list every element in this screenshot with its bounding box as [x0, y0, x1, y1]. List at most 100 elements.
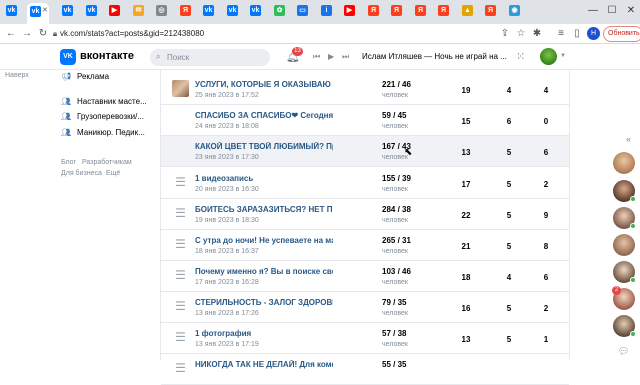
post-reach-unit: человек — [382, 123, 408, 130]
browser-tab[interactable]: ▲ — [462, 5, 475, 18]
post-title-link[interactable]: 1 видеозапись — [195, 174, 333, 183]
table-row[interactable]: ☰ 1 видеозапись 20 янв 2023 в 16:30 155 / 3… — [161, 168, 569, 199]
extension-icon[interactable]: ✱ — [530, 27, 544, 41]
browser-tab[interactable]: ✿ — [274, 5, 287, 18]
star-icon[interactable]: ☆ — [514, 27, 528, 41]
table-row[interactable]: СПАСИБО ЗА СПАСИБО❤ Сегодня хочу ... 24 я… — [161, 105, 569, 136]
vk-logo-icon[interactable]: VK — [60, 49, 76, 65]
post-reach: 57 / 38 — [382, 329, 407, 338]
window-close-icon[interactable]: ✕ — [624, 4, 638, 18]
post-title-link[interactable]: КАКОЙ ЦВЕТ ТВОЙ ЛЮБИМЫЙ? Пришла... — [195, 142, 333, 151]
chat-bubble-icon[interactable]: 💬︎ — [618, 346, 629, 357]
now-playing-title[interactable]: Ислам Итляшев — Ночь не играй на ... — [362, 52, 507, 61]
browser-tab[interactable]: vk — [250, 5, 263, 18]
browser-tab[interactable]: Я — [391, 5, 404, 18]
browser-tab[interactable]: vk — [203, 5, 216, 18]
stat-value: 15 — [461, 117, 471, 126]
search-placeholder: Поиск — [167, 53, 190, 62]
group-icon: 👥︎ — [61, 97, 72, 106]
table-row[interactable]: ☰ Почему именно я? Вы в поиске своего ...… — [161, 261, 569, 292]
post-title-link[interactable]: СПАСИБО ЗА СПАСИБО❤ Сегодня хочу ... — [195, 111, 333, 120]
post-date: 20 янв 2023 в 16:30 — [195, 186, 259, 193]
stat-value: 4 — [506, 86, 512, 95]
sidebar-item-ads[interactable]: 📢︎ Реклама — [60, 70, 150, 84]
browser-tab[interactable]: Я — [368, 5, 381, 18]
post-reach: 155 / 39 — [382, 174, 411, 183]
maximize-icon[interactable]: ☐ — [605, 4, 619, 18]
user-avatar[interactable] — [540, 48, 557, 65]
sidebar-item-group[interactable]: 👥︎ Грузоперевозки/... — [60, 110, 150, 124]
footer-link-business[interactable]: Для бизнеса — [61, 170, 102, 177]
chat-strip: 2 — [609, 132, 640, 360]
close-tab-icon[interactable]: ✕ — [42, 6, 48, 14]
sidebar-item-group[interactable]: 👥︎ Наставник масте... — [60, 95, 150, 109]
table-row[interactable]: ☰ СТЕРИЛЬНОСТЬ - ЗАЛОГ ЗДОРОВЬЯ! И ... 13 … — [161, 292, 569, 323]
search-input[interactable]: ⌕ Поиск — [150, 49, 270, 66]
online-indicator — [630, 331, 636, 337]
browser-tab[interactable]: ▶ — [109, 5, 122, 18]
post-title-link[interactable]: СТЕРИЛЬНОСТЬ - ЗАЛОГ ЗДОРОВЬЯ! И ... — [195, 298, 333, 307]
chevron-down-icon[interactable]: ▼ — [560, 53, 566, 59]
browser-tab[interactable]: vk — [227, 5, 240, 18]
table-row[interactable]: ☰ 1 фотография 13 янв 2023 в 17:19 57 / 38 ч… — [161, 323, 569, 354]
sidebar-item-group[interactable]: 👥︎ Маникюр. Педик... — [60, 126, 150, 140]
table-row[interactable]: КАКОЙ ЦВЕТ ТВОЙ ЛЮБИМЫЙ? Пришла... 23 янв… — [161, 136, 569, 167]
address-bar[interactable]: vk.com/stats?act=posts&gid=212438080 — [60, 29, 204, 38]
browser-profile-avatar[interactable]: Н — [587, 27, 600, 40]
post-title-link[interactable]: БОИТЕСЬ ЗАРАЗАЗИТЬСЯ? НЕТ ПРИЧИ... — [195, 205, 333, 214]
sidebar-item-label: Наставник масте... — [77, 97, 147, 106]
browser-tab[interactable]: vk — [86, 5, 99, 18]
browser-tab[interactable]: Я — [415, 5, 428, 18]
post-thumbnail[interactable] — [172, 80, 189, 97]
browser-tab[interactable]: vk — [6, 5, 19, 18]
browser-tab[interactable]: vk — [62, 5, 75, 18]
yandex-icon: Я — [415, 5, 426, 16]
chat-avatar[interactable] — [613, 234, 635, 256]
footer-link-blog[interactable]: Блог — [61, 159, 76, 166]
play-icon[interactable]: ▶ — [328, 52, 334, 61]
browser-tab[interactable]: ✉ — [133, 5, 146, 18]
post-reach-unit: человек — [382, 310, 408, 317]
forward-icon[interactable]: → — [20, 27, 34, 41]
footer-link-developers[interactable]: Разработчикам — [82, 159, 132, 166]
post-reach: 221 / 46 — [382, 80, 411, 89]
post-date: 13 янв 2023 в 17:26 — [195, 310, 259, 317]
table-row[interactable]: ☰ С утра до ночи! Не успеваете на маникю.… — [161, 230, 569, 261]
next-track-icon[interactable]: ⏭ — [342, 52, 349, 62]
post-title-link[interactable]: НИКОГДА ТАК НЕ ДЕЛАЙ! Для комфорт... — [195, 360, 333, 369]
sidepanel-icon[interactable]: ▯ — [570, 27, 584, 41]
browser-tab[interactable]: Я — [485, 5, 498, 18]
table-row[interactable]: ☰ НИКОГДА ТАК НЕ ДЕЛАЙ! Для комфорт... 55 … — [161, 354, 569, 385]
post-title-link[interactable]: УСЛУГИ, КОТОРЫЕ Я ОКАЗЫВАЮ ДЛЯ ... — [195, 80, 333, 89]
vk-brand-name[interactable]: вконтакте — [80, 50, 134, 62]
browser-tab[interactable]: Я — [438, 5, 451, 18]
post-date: 25 янв 2023 в 17:52 — [195, 92, 259, 99]
stat-value: 6 — [543, 148, 549, 157]
stat-value: 5 — [506, 304, 512, 313]
browser-tab[interactable]: i — [321, 5, 334, 18]
browser-tab[interactable]: ▭ — [297, 5, 310, 18]
share-icon[interactable]: ⇪ — [498, 27, 512, 41]
browser-tab[interactable]: ◎ — [156, 5, 169, 18]
browser-tab[interactable]: ◉ — [509, 5, 522, 18]
apps-grid-icon[interactable]: ⁙ — [516, 50, 525, 63]
back-icon[interactable]: ← — [4, 27, 18, 41]
reading-list-icon[interactable]: ≡ — [554, 27, 568, 41]
footer-link-more[interactable]: Ещё — [106, 170, 120, 177]
previous-track-icon[interactable]: ⏮ — [313, 52, 320, 62]
table-row[interactable]: ☰ БОИТЕСЬ ЗАРАЗАЗИТЬСЯ? НЕТ ПРИЧИ... 19 ян… — [161, 199, 569, 230]
post-text-icon: ☰ — [175, 299, 186, 313]
update-button[interactable]: Обновить — [603, 26, 640, 42]
minimize-icon[interactable]: — — [586, 4, 600, 18]
post-title-link[interactable]: 1 фотография — [195, 329, 333, 338]
browser-tab[interactable]: vk ✕ — [27, 3, 49, 24]
table-row[interactable]: УСЛУГИ, КОТОРЫЕ Я ОКАЗЫВАЮ ДЛЯ ... 25 янв… — [161, 74, 569, 105]
browser-tab[interactable]: Я — [180, 5, 193, 18]
post-reach: 284 / 38 — [382, 205, 411, 214]
post-title-link[interactable]: С утра до ночи! Не успеваете на маникю..… — [195, 236, 333, 245]
messages-icon: ▭ — [297, 5, 308, 16]
browser-tab[interactable]: ▶ — [344, 5, 357, 18]
chat-avatar[interactable] — [613, 152, 635, 174]
scroll-to-top-link[interactable]: Наверх — [5, 72, 29, 79]
post-title-link[interactable]: Почему именно я? Вы в поиске своего ... — [195, 267, 333, 276]
